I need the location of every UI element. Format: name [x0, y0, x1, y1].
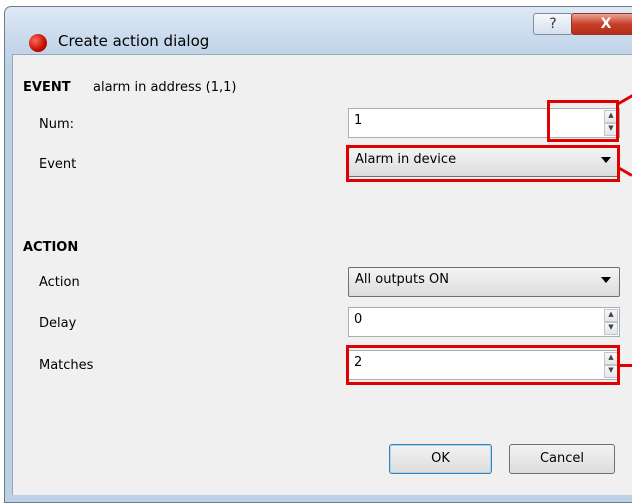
delay-value: 0: [354, 312, 363, 327]
num-highlight-box: [547, 100, 619, 142]
event-description: alarm in address (1,1): [93, 80, 237, 95]
num-label: Num:: [39, 117, 75, 132]
spin-up-icon[interactable]: ▲: [604, 309, 618, 322]
spin-down-icon[interactable]: ▼: [604, 322, 618, 335]
window-title: Create action dialog: [58, 32, 210, 50]
app-icon: [29, 34, 47, 52]
ok-button[interactable]: OK: [389, 444, 492, 474]
matches-pointer-line: [619, 364, 632, 367]
delay-spinner[interactable]: ▲ ▼: [604, 309, 618, 335]
action-combobox[interactable]: All outputs ON: [348, 267, 620, 297]
num-value: 1: [354, 113, 363, 128]
event-highlight-box: [346, 145, 620, 182]
action-label: Action: [39, 275, 80, 290]
dialog-window: Create action dialog ? X EVENT alarm in …: [0, 0, 632, 503]
matches-label: Matches: [39, 358, 94, 373]
cancel-button[interactable]: Cancel: [509, 444, 615, 474]
dropdown-arrow-icon: [601, 277, 611, 283]
help-button[interactable]: ?: [533, 13, 573, 35]
action-selected-value: All outputs ON: [355, 272, 449, 287]
title-bar[interactable]: Create action dialog ? X: [5, 7, 632, 55]
delay-label: Delay: [39, 316, 77, 331]
event-heading: EVENT: [23, 80, 71, 95]
event-label: Event: [39, 157, 77, 172]
delay-spinbox[interactable]: 0 ▲ ▼: [348, 307, 620, 337]
close-button[interactable]: X: [571, 13, 632, 35]
action-heading: ACTION: [23, 240, 79, 255]
matches-highlight-box: [346, 345, 620, 385]
